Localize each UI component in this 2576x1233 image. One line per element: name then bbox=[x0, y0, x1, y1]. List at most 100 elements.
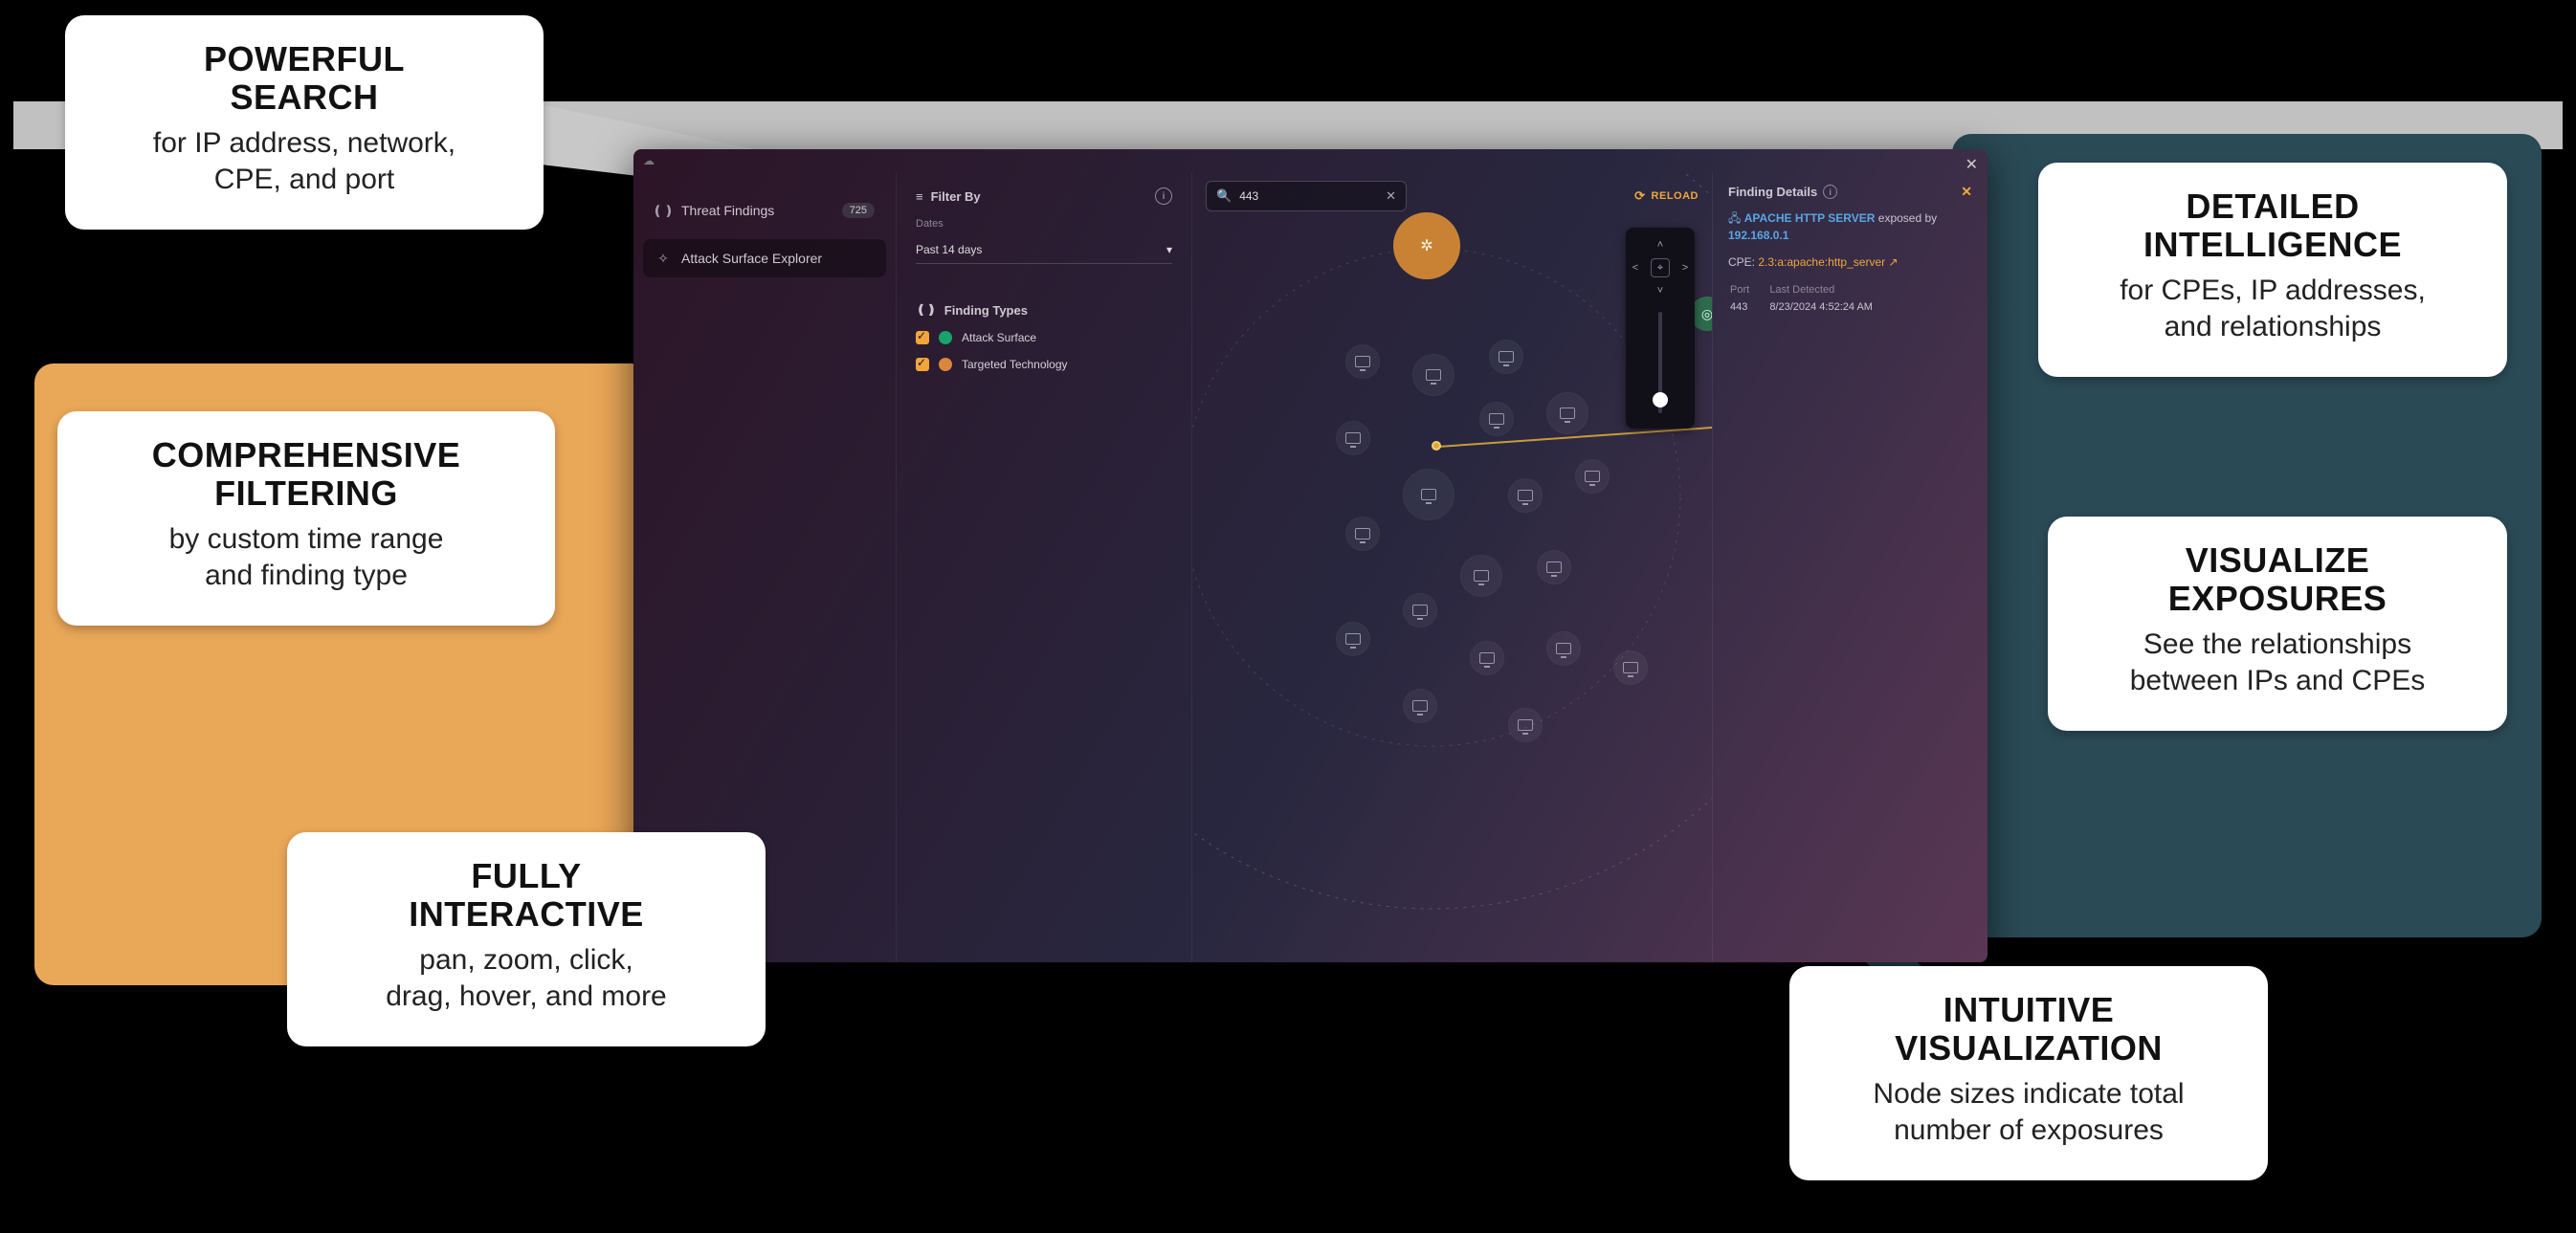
details-summary: 🖧 APACHE HTTP SERVER exposed by 192.168.… bbox=[1728, 209, 1972, 244]
monitor-icon bbox=[1518, 490, 1533, 501]
node-device[interactable] bbox=[1479, 402, 1514, 436]
callout-search: POWERFULSEARCH for IP address, network, … bbox=[65, 15, 544, 230]
node-targeted[interactable]: ✲ bbox=[1393, 212, 1460, 279]
ip-address[interactable]: 192.168.0.1 bbox=[1728, 229, 1788, 242]
checkbox-checked-icon[interactable] bbox=[916, 331, 929, 344]
node-device[interactable] bbox=[1537, 550, 1571, 584]
pan-down-button[interactable]: ˅ bbox=[1651, 281, 1670, 300]
search-input[interactable] bbox=[1239, 189, 1378, 203]
d: pan, zoom, click, drag, hover, and more bbox=[327, 942, 725, 1014]
color-dot bbox=[939, 331, 952, 344]
reload-label: RELOAD bbox=[1652, 190, 1699, 202]
node-device[interactable] bbox=[1546, 392, 1588, 434]
monitor-icon bbox=[1412, 605, 1428, 616]
external-link-icon[interactable]: ↗ bbox=[1888, 255, 1898, 269]
color-dot bbox=[939, 358, 952, 371]
monitor-icon bbox=[1345, 633, 1361, 645]
td-detected: 8/23/2024 4:52:24 AM bbox=[1769, 301, 1970, 313]
monitor-icon bbox=[1421, 489, 1436, 500]
t: VISUALIZE bbox=[2186, 540, 2370, 580]
recenter-button[interactable]: ⌖ bbox=[1651, 258, 1670, 277]
monitor-icon bbox=[1345, 432, 1361, 444]
type-attack-surface[interactable]: Attack Surface bbox=[916, 331, 1172, 344]
node-device[interactable] bbox=[1336, 622, 1370, 656]
pan-right-button[interactable]: ˃ bbox=[1676, 258, 1695, 277]
cloud-icon: ☁ bbox=[643, 154, 655, 167]
node-device[interactable] bbox=[1470, 641, 1504, 675]
info-icon[interactable]: i bbox=[1823, 185, 1837, 199]
d: Node sizes indicate total number of expo… bbox=[1830, 1076, 2228, 1148]
close-panel-icon[interactable]: ✕ bbox=[1961, 184, 1972, 200]
details-title: Finding Details bbox=[1728, 185, 1817, 199]
reload-icon: ⟳ bbox=[1634, 188, 1645, 204]
type-targeted-technology[interactable]: Targeted Technology bbox=[916, 358, 1172, 371]
th-detected: Last Detected bbox=[1769, 284, 1970, 299]
nav-attack-surface-explorer[interactable]: ✧ Attack Surface Explorer bbox=[643, 239, 886, 277]
pan-left-button[interactable]: ˂ bbox=[1626, 258, 1645, 277]
t: FULLY bbox=[471, 856, 581, 895]
info-icon[interactable]: i bbox=[1155, 187, 1172, 205]
nav-label: Threat Findings bbox=[681, 203, 774, 218]
zoom-pan-control: ˄ ˂ ⌖ ˃ ˅ bbox=[1626, 228, 1695, 429]
graph-canvas[interactable]: 🔍 ✕ ⟳ RELOAD ✲ ◎ bbox=[1192, 172, 1712, 962]
date-range-select[interactable]: Past 14 days ▾ bbox=[916, 235, 1172, 264]
monitor-icon bbox=[1499, 351, 1514, 363]
callout-intuitive: INTUITIVEVISUALIZATION Node sizes indica… bbox=[1789, 966, 2268, 1180]
close-icon[interactable]: ✕ bbox=[1965, 155, 1978, 174]
t: COMPREHENSIVE bbox=[152, 435, 461, 474]
pan-up-button[interactable]: ˄ bbox=[1651, 235, 1670, 254]
zoom-slider-thumb[interactable] bbox=[1653, 392, 1668, 407]
node-device[interactable] bbox=[1403, 469, 1455, 520]
node-device[interactable] bbox=[1508, 708, 1543, 742]
t: VISUALIZATION bbox=[1895, 1028, 2163, 1068]
node-device[interactable] bbox=[1613, 650, 1648, 685]
types-title: Finding Types bbox=[944, 303, 1028, 318]
td-port: 443 bbox=[1730, 301, 1767, 313]
nav-threat-findings[interactable]: ❪❫ Threat Findings 725 bbox=[643, 191, 886, 230]
node-device[interactable] bbox=[1345, 517, 1380, 551]
monitor-icon bbox=[1546, 561, 1562, 573]
callout-interactive: FULLYINTERACTIVE pan, zoom, click, drag,… bbox=[287, 832, 766, 1046]
date-range-value: Past 14 days bbox=[916, 243, 982, 256]
monitor-icon bbox=[1412, 700, 1428, 712]
dates-label: Dates bbox=[916, 218, 1172, 230]
d: by custom time range and finding type bbox=[98, 521, 515, 593]
clear-search-icon[interactable]: ✕ bbox=[1386, 188, 1396, 204]
t: POWERFUL bbox=[204, 39, 405, 78]
t: DETAILED bbox=[2186, 187, 2359, 226]
node-device[interactable] bbox=[1403, 689, 1437, 723]
monitor-icon bbox=[1585, 471, 1600, 482]
node-device[interactable] bbox=[1460, 555, 1502, 597]
callout-filter: COMPREHENSIVEFILTERING by custom time ra… bbox=[57, 411, 555, 626]
callout-visualize: VISUALIZEEXPOSURES See the relationships… bbox=[2048, 517, 2507, 731]
checkbox-checked-icon[interactable] bbox=[916, 358, 929, 371]
node-device[interactable] bbox=[1403, 593, 1437, 628]
canvas-topbar: 🔍 ✕ ⟳ RELOAD bbox=[1192, 172, 1712, 220]
hub-node[interactable] bbox=[1432, 441, 1441, 451]
node-device[interactable] bbox=[1336, 421, 1370, 455]
node-device[interactable] bbox=[1345, 344, 1380, 379]
details-header: Finding Details i ✕ bbox=[1728, 184, 1972, 200]
threat-icon: ❪❫ bbox=[655, 202, 672, 219]
monitor-icon bbox=[1560, 407, 1575, 419]
t: SEARCH bbox=[230, 77, 378, 117]
chevron-down-icon: ▾ bbox=[1166, 243, 1172, 256]
reload-button[interactable]: ⟳ RELOAD bbox=[1634, 188, 1699, 204]
node-device[interactable] bbox=[1412, 354, 1455, 396]
app-body: ❪❫ Threat Findings 725 ✧ Attack Surface … bbox=[633, 172, 1988, 962]
node-device[interactable] bbox=[1508, 478, 1543, 513]
type-label: Targeted Technology bbox=[962, 358, 1068, 371]
search-field[interactable]: 🔍 ✕ bbox=[1206, 181, 1407, 211]
node-device[interactable] bbox=[1489, 340, 1523, 374]
monitor-icon bbox=[1489, 413, 1504, 425]
exposed-by-label: exposed by bbox=[1878, 211, 1937, 225]
zoom-slider[interactable] bbox=[1658, 312, 1662, 413]
types-icon: ❪❫ bbox=[916, 302, 937, 318]
cpe-value[interactable]: 2.3:a:apache:http_server bbox=[1758, 255, 1885, 269]
t: INTUITIVE bbox=[1943, 990, 2115, 1029]
nav-label: Attack Surface Explorer bbox=[681, 251, 822, 266]
explorer-icon: ✧ bbox=[655, 250, 672, 267]
node-device[interactable] bbox=[1575, 459, 1610, 494]
th-port: Port bbox=[1730, 284, 1767, 299]
node-device[interactable] bbox=[1546, 631, 1581, 666]
